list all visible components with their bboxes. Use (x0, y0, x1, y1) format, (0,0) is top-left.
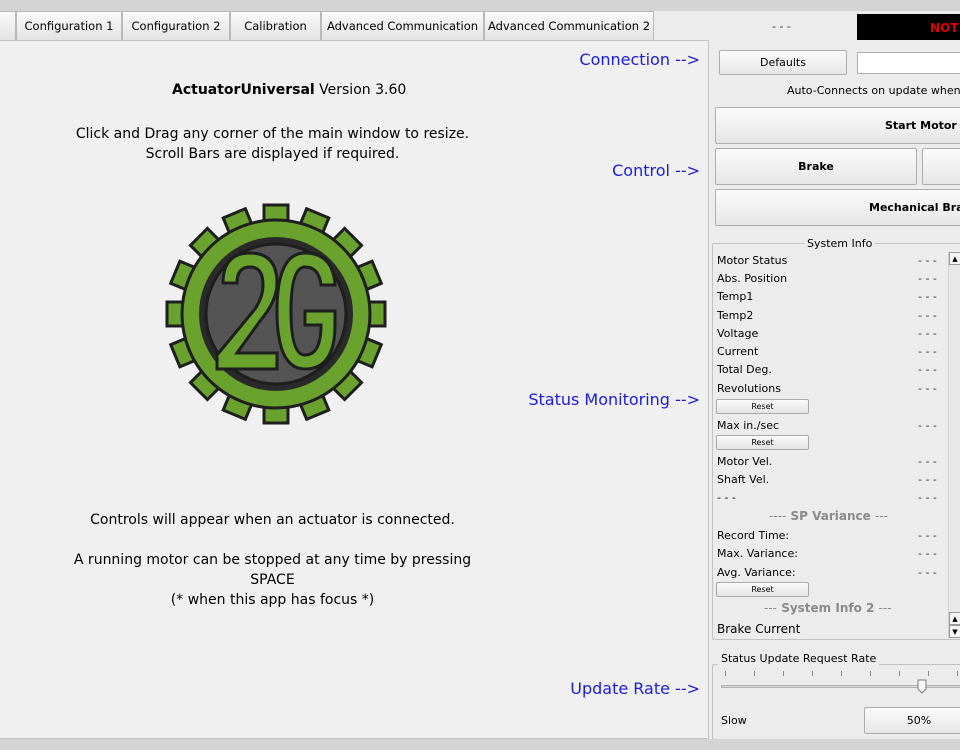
main-panel: ActuatorUniversal Version 3.60 Click and… (0, 40, 709, 739)
row-current-label: Current (717, 345, 759, 358)
tab-calibration[interactable]: Calibration (230, 11, 321, 40)
update-rate-slider-handle[interactable] (917, 679, 927, 694)
stop-hint-line1: A running motor can be stopped at any ti… (73, 552, 472, 568)
resize-hint-line2: Scroll Bars are displayed if required. (145, 146, 400, 162)
slider-tick (725, 671, 726, 676)
brake-secondary-button[interactable] (922, 148, 960, 185)
row-motor-vel-value: - - - (918, 455, 937, 468)
auto-connect-text: Auto-Connects on update when a (787, 84, 960, 97)
row-motor-status-label: Motor Status (717, 254, 788, 267)
row-total-deg-value: - - - (918, 363, 937, 376)
row-record-time-label: Record Time: (717, 529, 790, 542)
row-avg-variance-value: - - - (918, 566, 937, 579)
tab-configuration-2[interactable]: Configuration 2 (122, 11, 230, 40)
stop-hint-line3: (* when this app has focus *) (170, 592, 375, 608)
row-temp1-label: Temp1 (717, 290, 754, 303)
tab-advanced-communication-2[interactable]: Advanced Communication 2 (484, 11, 654, 40)
row-temp1-value: - - - (918, 290, 937, 303)
row-abs-position-value: - - - (918, 272, 937, 285)
title-strip (0, 0, 960, 11)
row-shaft-vel-value: - - - (918, 473, 937, 486)
row-revolutions-label: Revolutions (717, 382, 781, 395)
system-info-2-dash-right: --- (878, 601, 892, 615)
slider-tick (812, 671, 813, 676)
defaults-button[interactable]: Defaults (719, 50, 847, 75)
logo-2g-gear-icon (165, 203, 387, 425)
system-info-2-dash-left: --- (764, 601, 777, 615)
controls-note: Controls will appear when an actuator is… (90, 512, 455, 528)
scroll-down-arrow-icon[interactable]: ▼ (949, 625, 960, 638)
system-info-scrollbar[interactable]: ▲ ▲ ▼ (948, 252, 960, 638)
reset-revolutions-button[interactable]: Reset (716, 399, 809, 414)
row-record-time-value: - - - (918, 529, 937, 542)
tab-configuration-1[interactable]: Configuration 1 (16, 11, 122, 40)
row-avg-variance-label: Avg. Variance: (717, 566, 796, 579)
connection-badge: NOT (857, 14, 960, 41)
sp-variance-title: SP Variance (790, 509, 871, 523)
connection-pointer-label: Connection --> (579, 50, 700, 69)
tab-bar: Configuration 1 Configuration 2 Calibrat… (0, 11, 654, 40)
reset-variance-button[interactable]: Reset (716, 582, 809, 597)
mechanical-brake-button[interactable]: Mechanical Brak (715, 189, 960, 226)
slider-tick (899, 671, 900, 676)
update-rate-pointer-label: Update Rate --> (570, 679, 700, 698)
update-rate-title: Status Update Request Rate (718, 652, 880, 665)
row-temp2-value: - - - (918, 309, 937, 322)
row-max-variance-label: Max. Variance: (717, 547, 798, 560)
stop-motor-hint: A running motor can be stopped at any ti… (0, 550, 545, 610)
row-max-in-sec-value: - - - (918, 419, 937, 432)
control-pointer-label: Control --> (612, 161, 700, 180)
row-total-deg-label: Total Deg. (717, 363, 772, 376)
row-blank-value: - - - (918, 491, 937, 504)
slider-tick (841, 671, 842, 676)
start-motor-button[interactable]: Start Motor (715, 107, 960, 144)
slider-tick (870, 671, 871, 676)
port-input[interactable] (857, 52, 960, 74)
app-version: Version 3.60 (319, 82, 407, 98)
slow-label: Slow (721, 714, 747, 727)
resize-hint-line1: Click and Drag any corner of the main wi… (75, 126, 470, 142)
row-motor-status-value: - - - (918, 254, 937, 267)
app-title: ActuatorUniversal Version 3.60 (172, 82, 406, 98)
system-info-2-title: System Info 2 (781, 601, 875, 615)
update-rate-value-button[interactable]: 50% (864, 707, 960, 734)
slider-tick (928, 671, 929, 676)
tab-advanced-communication[interactable]: Advanced Communication (321, 11, 484, 40)
tab-partial[interactable] (0, 11, 16, 40)
row-abs-position-label: Abs. Position (717, 272, 788, 285)
sp-variance-header: ---- SP Variance --- (769, 509, 888, 523)
row-blank-label: - - - (717, 491, 736, 504)
scroll-up-arrow-icon[interactable]: ▲ (949, 252, 960, 265)
sp-variance-dash-left: ---- (769, 509, 787, 523)
row-temp2-label: Temp2 (717, 309, 754, 322)
row-revolutions-value: - - - (918, 382, 937, 395)
sp-variance-dash-right: --- (874, 509, 888, 523)
reset-max-speed-button[interactable]: Reset (716, 435, 809, 450)
row-shaft-vel-label: Shaft Vel. (717, 473, 770, 486)
slider-tick (754, 671, 755, 676)
app-name: ActuatorUniversal (172, 82, 315, 98)
slider-tick (957, 671, 958, 676)
resize-hint: Click and Drag any corner of the main wi… (0, 124, 545, 164)
row-voltage-value: - - - (918, 327, 937, 340)
row-voltage-label: Voltage (717, 327, 759, 340)
stop-hint-line2: SPACE (250, 572, 295, 588)
system-info-title: System Info (804, 237, 876, 250)
slider-tick (783, 671, 784, 676)
row-max-in-sec-label: Max in./sec (717, 419, 780, 432)
system-info-2-header: --- System Info 2 --- (764, 601, 892, 615)
status-strip (0, 739, 960, 750)
right-control-panel: Defaults Auto-Connects on update when a … (709, 40, 960, 740)
row-motor-vel-label: Motor Vel. (717, 455, 773, 468)
row-max-variance-value: - - - (918, 547, 937, 560)
brake-button[interactable]: Brake (715, 148, 917, 185)
row-current-value: - - - (918, 345, 937, 358)
connection-status-text: - - - (772, 20, 791, 33)
status-monitoring-pointer-label: Status Monitoring --> (528, 390, 700, 409)
scroll-up-arrow-lower-icon[interactable]: ▲ (949, 612, 960, 625)
brake-current-label: Brake Current (717, 622, 801, 636)
